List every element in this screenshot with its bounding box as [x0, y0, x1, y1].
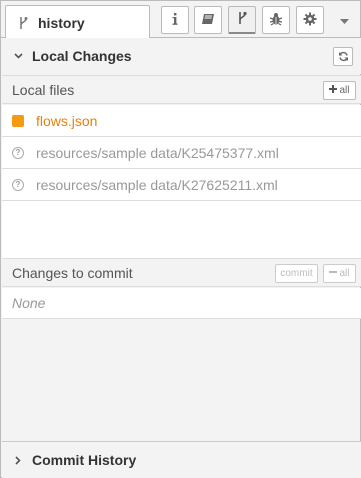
info-icon [172, 12, 178, 28]
changes-to-commit-label: Changes to commit [12, 264, 133, 281]
commit-empty-text: None [2, 288, 361, 319]
sidebar-panel: history Local Changes Local files all fl… [0, 0, 361, 478]
info-tab-button[interactable] [161, 6, 189, 34]
local-changes-title: Local Changes [32, 48, 132, 64]
gear-icon [303, 12, 317, 29]
file-name: flows.json [36, 112, 98, 129]
bug-icon [269, 12, 283, 29]
caret-down-icon [339, 12, 349, 28]
file-row[interactable]: ? resources/sample data/K27625211.xml [2, 169, 361, 201]
modified-status-icon [12, 114, 24, 127]
file-name: resources/sample data/K27625211.xml [36, 176, 278, 193]
debug-tab-button[interactable] [262, 6, 290, 34]
tab-history-label: history [38, 14, 85, 31]
stage-all-button[interactable]: all [323, 81, 356, 100]
chevron-right-icon [12, 454, 24, 466]
commit-history-header[interactable]: Commit History [2, 441, 361, 478]
history-tab-button[interactable] [228, 6, 256, 34]
tab-menu-dropdown[interactable] [333, 6, 355, 34]
commit-button-label: commit [280, 268, 313, 279]
commit-history-title: Commit History [32, 452, 137, 468]
tab-history[interactable]: history [5, 5, 150, 39]
branch-icon [16, 15, 30, 31]
local-files-header: Local files all [2, 75, 361, 104]
refresh-icon [338, 49, 349, 65]
file-row[interactable]: ? resources/sample data/K25475377.xml [2, 137, 361, 169]
refresh-button[interactable] [333, 47, 353, 66]
file-name: resources/sample data/K25475377.xml [36, 144, 279, 161]
changes-to-commit-header: Changes to commit commit all [2, 258, 361, 287]
question-circle-icon: ? [12, 178, 24, 191]
config-tab-button[interactable] [296, 6, 324, 34]
help-tab-button[interactable] [194, 6, 222, 34]
stage-all-label: all [339, 85, 350, 96]
sidebar-tab-bar: history [1, 1, 360, 39]
branch-icon [237, 11, 247, 28]
commit-button[interactable]: commit [275, 264, 318, 283]
unstage-all-button[interactable]: all [323, 264, 356, 283]
file-row[interactable]: flows.json [2, 105, 361, 137]
minus-icon [329, 268, 338, 279]
plus-icon [329, 85, 338, 96]
book-icon [201, 12, 215, 28]
question-circle-icon: ? [12, 146, 24, 159]
unstage-all-label: all [339, 268, 350, 279]
local-changes-header[interactable]: Local Changes [2, 38, 361, 74]
local-files-list: flows.json ? resources/sample data/K2547… [2, 105, 361, 258]
local-files-label: Local files [12, 81, 75, 98]
empty-label: None [12, 295, 46, 311]
chevron-down-icon [12, 50, 24, 62]
